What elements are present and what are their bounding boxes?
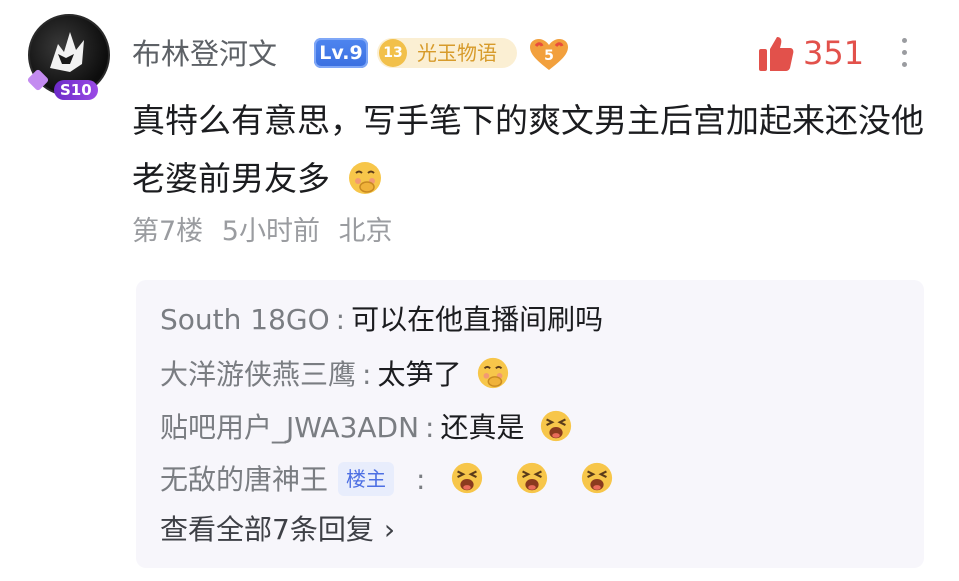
reply-author[interactable]: 贴吧用户_JWA3ADN [160, 411, 419, 444]
reply-item[interactable]: 无敌的唐神王 楼主: [160, 460, 614, 500]
reply-separator: : [425, 411, 435, 444]
shy-emoji-icon [348, 162, 381, 194]
chevron-right-icon: › [383, 513, 396, 546]
wolf-crest-icon [50, 32, 84, 72]
avatar-badge: S10 [54, 80, 98, 100]
like-count: 351 [803, 34, 865, 72]
laugh-emoji-icon [517, 462, 548, 494]
floor-number: 第7楼 [132, 216, 204, 247]
reply-separator: : [335, 303, 346, 336]
thread-owner-tag: 楼主 [338, 462, 395, 496]
reply-text: 可以在他直播间刷吗 [351, 303, 604, 336]
reply-author[interactable]: 大洋游侠燕三鹰 [160, 358, 356, 391]
laugh-emoji-icon [582, 462, 613, 494]
comment-meta: 第7楼 5小时前 北京 [132, 212, 403, 252]
view-all-label: 查看全部7条回复 [160, 513, 374, 546]
laugh-emoji-icon [541, 410, 572, 442]
reply-item[interactable]: 大洋游侠燕三鹰: 太笋了 [160, 355, 510, 395]
reply-author[interactable]: 无敌的唐神王 [160, 463, 328, 496]
level-badge: Lv.9 [314, 38, 368, 68]
avatar[interactable]: S10 [26, 14, 110, 100]
fan-level: 13 [379, 39, 407, 67]
heart-badge-level: 5 [544, 48, 554, 64]
comment-text: 真特么有意思，写手笔下的爽文男主后宫加起来还没他老婆前男友多 [132, 92, 932, 208]
fan-badge-name: 光玉物语 [417, 41, 497, 65]
post-time: 5小时前 [221, 216, 320, 247]
fan-badge: 13 光玉物语 [377, 38, 517, 68]
like-thumb-icon[interactable] [757, 35, 795, 73]
reply-author[interactable]: South 18GO [160, 303, 330, 336]
comment-body: 真特么有意思，写手笔下的爽文男主后宫加起来还没他老婆前男友多 [132, 101, 924, 198]
reply-text: 还真是 [440, 411, 525, 444]
author-name[interactable]: 布林登河文 [132, 36, 277, 72]
shy-emoji-icon [478, 357, 509, 389]
view-all-replies-link[interactable]: 查看全部7条回复 › [160, 510, 395, 550]
reply-separator: : [362, 358, 372, 391]
reply-text: 太笋了 [377, 358, 462, 391]
reply-separator: : [416, 463, 426, 496]
reply-item[interactable]: South 18GO: 可以在他直播间刷吗 [160, 300, 603, 340]
laugh-emoji-icon [452, 462, 483, 494]
post-location: 北京 [338, 216, 393, 247]
heart-badge-icon: 5 [530, 39, 568, 70]
more-options-icon[interactable] [902, 38, 907, 74]
reply-item[interactable]: 贴吧用户_JWA3ADN: 还真是 [160, 408, 573, 448]
